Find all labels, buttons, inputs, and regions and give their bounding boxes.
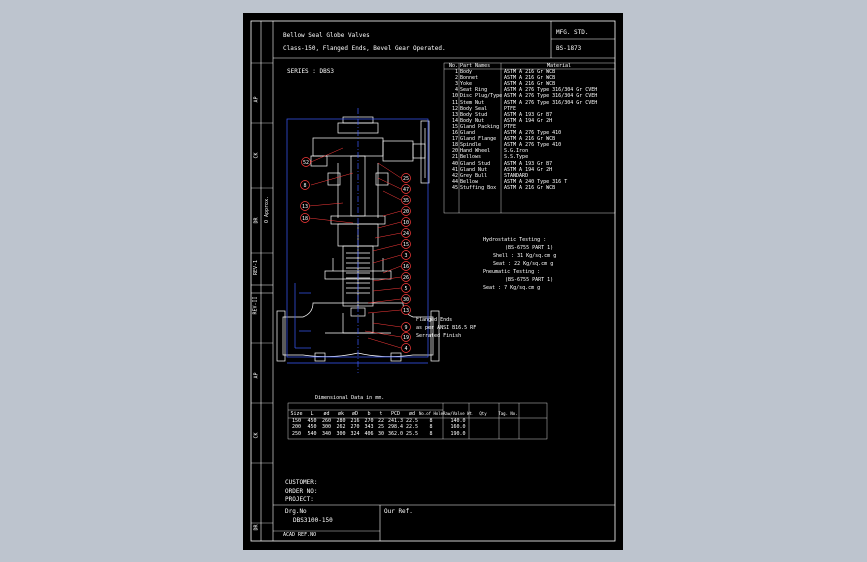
strip-label: AP <box>253 96 260 103</box>
hydro-ref: (BS-6755 PART 1) <box>505 245 554 251</box>
callout-marker: 10 <box>401 217 411 227</box>
strip-label: CK <box>253 432 260 439</box>
callout-markers: 52 8 13 18 25 47 35 20 10 24 15 3 16 26 5 30 13 9 19 4 <box>300 157 411 353</box>
callout-marker: 35 <box>401 195 411 205</box>
callout-marker: 3 <box>401 250 411 260</box>
callout-number: 13 <box>302 204 308 210</box>
drg-no-label: Drg.No <box>285 508 307 515</box>
callout-marker: 26 <box>401 272 411 282</box>
callout-number: 47 <box>403 187 409 193</box>
callout-marker: 20 <box>401 206 411 216</box>
our-ref-label: Our Ref. <box>384 508 413 515</box>
callout-number: 35 <box>403 198 409 204</box>
strip-label: REV-1 <box>253 259 260 276</box>
callout-marker: 47 <box>401 184 411 194</box>
finish-note: Serrated Finish <box>416 333 462 339</box>
callout-marker: 16 <box>401 261 411 271</box>
strip-label: REV-II <box>252 296 259 315</box>
parts-table: No. Part Names Material 1 Body ASTM A 216 … <box>444 63 615 191</box>
callout-marker: 13 <box>300 201 310 211</box>
project-label: PROJECT: <box>285 496 314 503</box>
dims-cell: 540 <box>307 430 317 437</box>
drawing-subtitle: Class-150, Flanged Ends, Bevel Gear Oper… <box>283 45 446 52</box>
flanged-standard-note: as per ANSI B16.5 RF <box>416 325 477 331</box>
callout-number: 18 <box>302 216 308 222</box>
callout-marker: 24 <box>401 228 411 238</box>
order-no-label: ORDER NO: <box>285 488 318 495</box>
callout-marker: 15 <box>401 239 411 249</box>
dims-cell <box>493 431 523 438</box>
callout-marker: 25 <box>401 173 411 183</box>
sheet-note: ACAD REF.NO <box>283 532 317 538</box>
customer-label: CUSTOMER: <box>285 479 318 486</box>
series-label: SERIES : DBS3 <box>287 68 334 75</box>
callout-marker: 9 <box>401 322 411 332</box>
part-material: ASTM A 216 Gr WCB <box>504 184 556 191</box>
strip-label: AP <box>253 372 260 379</box>
dims-cell: 250 <box>291 430 302 437</box>
callout-marker: 19 <box>401 332 411 342</box>
callout-number: 8 <box>303 183 306 189</box>
part-number: 45 <box>451 184 458 191</box>
dims-cell: 340 <box>321 430 332 437</box>
dims-caption: Dimensional Data in mm. <box>315 395 385 401</box>
dims-cell: 406 <box>364 430 374 437</box>
parts-table-row: 45 Stuffing Box ASTM A 216 Gr WCB <box>444 185 615 191</box>
std-label: MFG. STD. <box>556 29 589 36</box>
flanged-ends-note: Flanged Ends <box>416 317 453 323</box>
callout-marker: 5 <box>401 283 411 293</box>
dims-cell <box>473 431 493 438</box>
dims-table: Size Lød øk øD b t PCD ød No.of Holes Raw/Valve W… <box>288 403 523 437</box>
dims-cell: 30 <box>377 430 385 437</box>
part-name: Stuffing Box <box>460 184 497 191</box>
callout-number: 5 <box>404 286 407 292</box>
callout-marker: 30 <box>401 294 411 304</box>
callout-leaders <box>308 147 402 349</box>
callout-marker: 18 <box>300 213 310 223</box>
pneu-ref: (BS-6755 PART 1) <box>505 277 554 283</box>
callout-marker: 4 <box>401 343 411 353</box>
strip-label: DR <box>253 217 260 224</box>
dims-cell: 190.0 <box>450 430 466 437</box>
callout-number: 15 <box>403 242 409 248</box>
dims-cell: 362.0 <box>387 430 404 437</box>
callout-number: 20 <box>403 209 409 215</box>
dims-cell: 8 <box>429 430 433 437</box>
hydro-title: Hydrostatic Testing : <box>483 237 547 243</box>
pneu-title: Pneumatic Testing : <box>483 269 541 275</box>
callout-number: 19 <box>403 335 409 341</box>
callout-number: 52 <box>303 160 309 166</box>
strip-label: DR <box>253 524 260 531</box>
drawing-sheet: 52 8 13 18 25 47 35 20 10 24 15 3 16 26 5 30 13 9 19 4 Bell… <box>243 13 623 550</box>
drawing-title: Bellow Seal Globe Valves <box>283 32 370 39</box>
pneu-seat-test: Seat : 7 Kg/sq.cm g <box>483 285 541 291</box>
dims-cell: 300 <box>336 430 346 437</box>
dims-cell: 324 <box>350 430 360 437</box>
seat-test: Seat : 22 Kg/sq.cm g <box>493 261 554 267</box>
callout-number: 3 <box>404 253 407 259</box>
dims-table-row: 250 540 340 300 324 406 30 362.0 25.5 8 190.0 <box>288 431 523 438</box>
vertical-dimension: O Approx. <box>264 195 270 223</box>
dims-cell: 25.5 <box>405 430 419 437</box>
std-value: BS-1873 <box>556 45 582 52</box>
callout-number: 26 <box>403 275 409 281</box>
callout-number: 30 <box>403 297 409 303</box>
shell-test: Shell : 31 Kg/sq.cm g <box>493 253 557 259</box>
strip-label: CK <box>253 152 260 159</box>
callout-number: 13 <box>403 308 409 314</box>
callout-number: 9 <box>404 325 407 331</box>
drg-no-value: DBS3100-150 <box>293 517 333 524</box>
callout-marker: 8 <box>300 180 310 190</box>
callout-number: 16 <box>403 264 409 270</box>
callout-number: 4 <box>404 346 407 352</box>
callout-number: 10 <box>403 220 409 226</box>
callout-marker: 13 <box>401 305 411 315</box>
callout-number: 25 <box>403 176 409 182</box>
callout-number: 24 <box>403 231 409 237</box>
callout-marker: 52 <box>301 157 311 167</box>
